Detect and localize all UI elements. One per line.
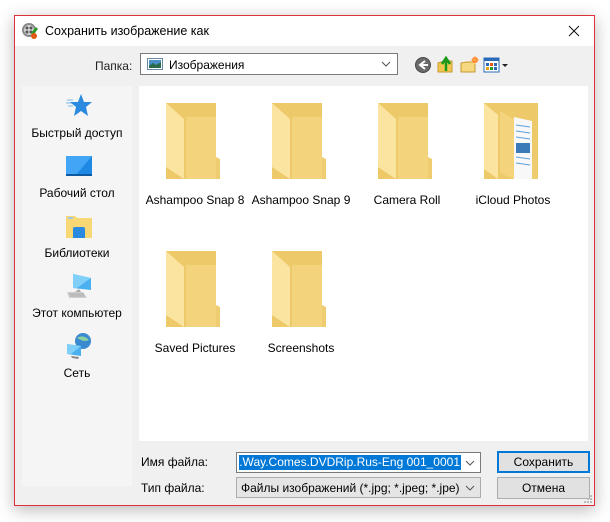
folder-with-files-icon — [484, 103, 538, 179]
cancel-button[interactable]: Отмена — [497, 477, 590, 499]
place-network[interactable]: Сеть — [22, 330, 132, 390]
pictures-folder-icon — [147, 58, 163, 70]
place-libraries[interactable]: Библиотеки — [22, 210, 132, 270]
place-desktop[interactable]: Рабочий стол — [22, 150, 132, 210]
file-name: iCloud Photos — [475, 193, 551, 207]
file-name: Camera Roll — [373, 193, 441, 207]
folder-item[interactable]: Ashampoo Snap 8 — [142, 89, 248, 209]
folder-label: Папка: — [95, 59, 133, 73]
close-button[interactable] — [554, 16, 594, 46]
chevron-down-icon — [381, 61, 391, 67]
filename-input[interactable]: .This.Way.Comes.DVDRip.Rus-Eng 001_0001 — [236, 452, 481, 473]
folder-value: Изображения — [169, 58, 245, 72]
resize-grip-icon[interactable] — [582, 493, 592, 503]
this-pc-icon — [67, 274, 91, 298]
chevron-down-icon — [465, 485, 475, 491]
app-icon — [22, 23, 38, 39]
folder-icon — [378, 103, 432, 179]
place-label: Этот компьютер — [32, 306, 122, 320]
back-icon[interactable] — [413, 55, 433, 75]
folder-dropdown[interactable]: Изображения — [140, 53, 398, 75]
place-label: Библиотеки — [44, 246, 110, 260]
filename-selected-text[interactable]: .This.Way.Comes.DVDRip.Rus-Eng 001_0001 — [239, 455, 461, 470]
network-icon — [67, 333, 91, 359]
quick-access-star-icon — [66, 94, 92, 116]
folder-icon — [272, 103, 326, 179]
filetype-value: Файлы изображений (*.jpg; *.jpeg; *.jpe) — [241, 481, 460, 495]
filename-label: Имя файла: — [141, 455, 208, 469]
place-label: Сеть — [63, 366, 91, 380]
close-icon — [568, 25, 580, 37]
chevron-down-icon[interactable] — [464, 457, 476, 469]
view-menu-icon[interactable] — [483, 55, 511, 75]
file-name: Saved Pictures — [154, 341, 236, 355]
folder-icon — [166, 251, 220, 327]
desktop-icon — [66, 156, 92, 176]
save-button[interactable]: Сохранить — [497, 451, 590, 473]
places-bar: Быстрый доступ Рабочий стол Библиотеки Э… — [22, 86, 132, 486]
save-image-dialog: Сохранить изображение как Папка: Изображ… — [14, 15, 595, 506]
place-quick-access[interactable]: Быстрый доступ — [22, 90, 132, 150]
file-name: Screenshots — [267, 341, 335, 355]
folder-icon — [272, 251, 326, 327]
file-name: Ashampoo Snap 8 — [145, 193, 245, 207]
filetype-dropdown[interactable]: Файлы изображений (*.jpg; *.jpeg; *.jpe) — [236, 477, 481, 498]
filename-value: .This.Way.Comes.DVDRip.Rus-Eng 001_0001 — [239, 455, 460, 469]
place-label: Рабочий стол — [39, 186, 115, 200]
filetype-label: Тип файла: — [141, 481, 205, 495]
title-bar: Сохранить изображение как — [15, 16, 594, 46]
folder-item[interactable]: iCloud Photos — [460, 89, 566, 209]
folder-icon — [166, 103, 220, 179]
folder-item[interactable]: Screenshots — [248, 237, 354, 357]
place-this-pc[interactable]: Этот компьютер — [22, 270, 132, 330]
file-name: Ashampoo Snap 9 — [251, 193, 351, 207]
new-folder-icon[interactable] — [459, 55, 479, 75]
file-list: Ashampoo Snap 8 Ashampoo Snap 9 Camera R… — [139, 86, 588, 441]
folder-item[interactable]: Ashampoo Snap 9 — [248, 89, 354, 209]
libraries-icon — [66, 216, 92, 238]
folder-item[interactable]: Camera Roll — [354, 89, 460, 209]
folder-item[interactable]: Saved Pictures — [142, 237, 248, 357]
window-title: Сохранить изображение как — [45, 24, 209, 38]
place-label: Быстрый доступ — [31, 126, 123, 140]
up-folder-icon[interactable] — [436, 55, 456, 75]
